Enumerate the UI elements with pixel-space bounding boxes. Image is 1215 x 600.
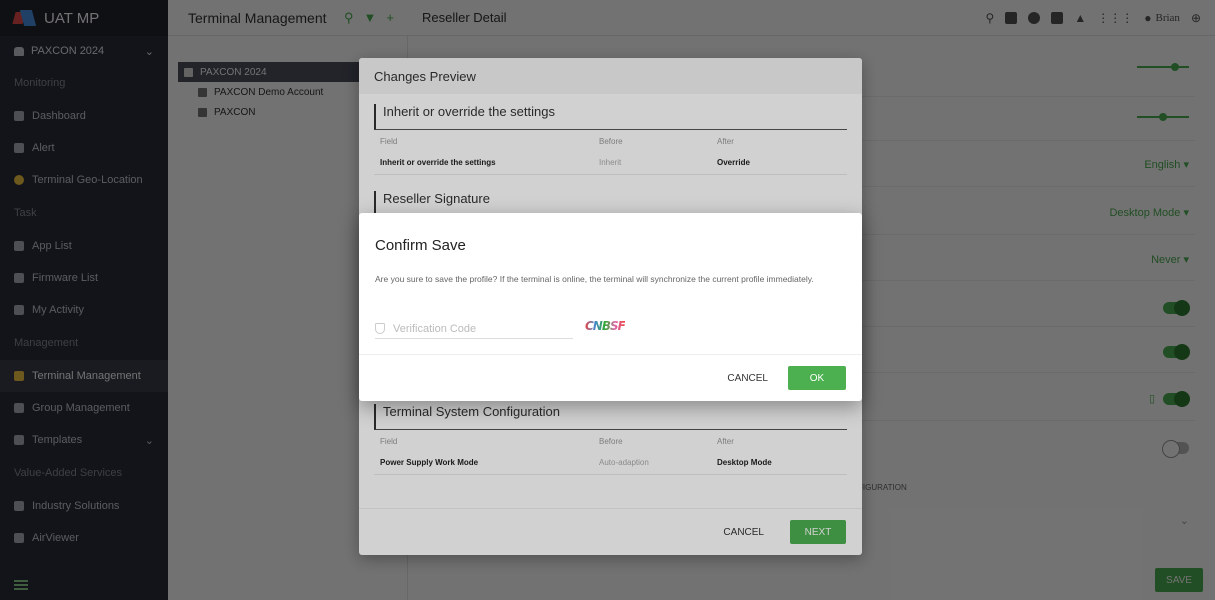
confirm-save-dialog: Confirm Save Are you sure to save the pr… [359, 213, 862, 401]
dialog-title: Confirm Save [375, 237, 466, 254]
input-placeholder: Verification Code [393, 322, 477, 335]
verification-code-input[interactable]: Verification Code [375, 319, 573, 339]
dialog-footer: CANCEL OK [359, 354, 862, 401]
captcha-text: CNBSF [585, 319, 626, 333]
dialog-message: Are you sure to save the profile? If the… [375, 274, 814, 284]
shield-icon [375, 323, 385, 334]
cancel-button[interactable]: CANCEL [727, 373, 768, 384]
captcha-image[interactable]: CNBSF [585, 319, 626, 333]
ok-button[interactable]: OK [788, 366, 846, 390]
